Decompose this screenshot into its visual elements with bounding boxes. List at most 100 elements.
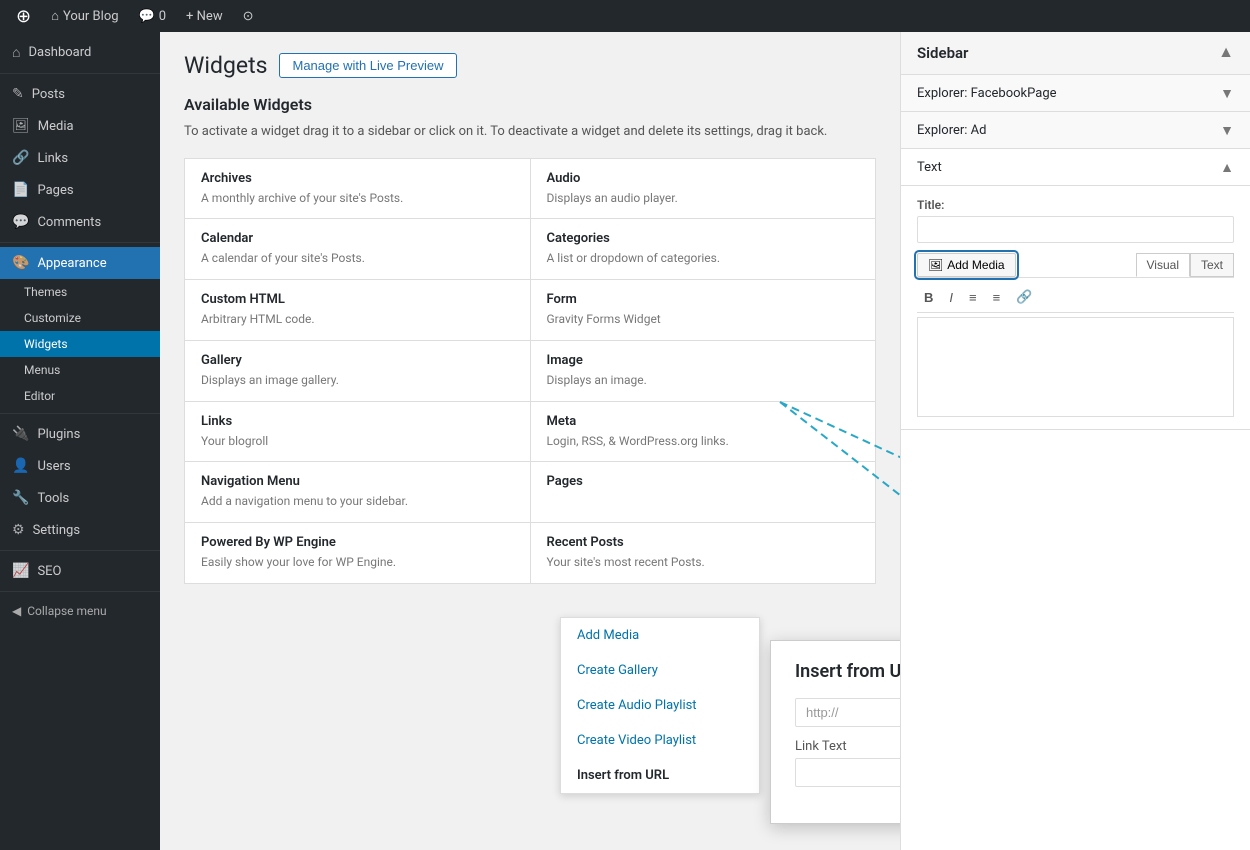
- text-widget-body: Title: 🖼 Add Media Visual Text B I ≡: [901, 186, 1250, 429]
- widget-header-facebook-page[interactable]: Explorer: FacebookPage ▼: [901, 75, 1250, 111]
- users-icon: 👤: [12, 458, 29, 474]
- link-text-input[interactable]: [795, 758, 900, 787]
- sidebar-item-customize[interactable]: Customize: [0, 305, 160, 331]
- link-button[interactable]: 🔗: [1009, 286, 1039, 308]
- text-tab[interactable]: Text: [1190, 253, 1234, 277]
- sidebar-item-comments[interactable]: 💬 Comments: [0, 206, 160, 238]
- widget-card-powered-by-wp[interactable]: Powered By WP Engine Easily show your lo…: [185, 523, 530, 583]
- sidebar-panel-collapse-button[interactable]: ▲: [1218, 44, 1234, 62]
- widget-card-categories[interactable]: Categories A list or dropdown of categor…: [531, 219, 876, 279]
- sidebar-item-plugins[interactable]: 🔌 Plugins: [0, 418, 160, 450]
- widget-name: Meta: [547, 414, 860, 429]
- wp-logo-button[interactable]: ⊕: [8, 0, 39, 32]
- new-content-button[interactable]: + New: [178, 0, 231, 32]
- sidebar-item-settings[interactable]: ⚙ Settings: [0, 514, 160, 546]
- widget-desc: Displays an audio player.: [547, 190, 860, 207]
- sidebar-item-label: Menus: [24, 363, 60, 377]
- sidebar-item-label: Comments: [37, 215, 101, 230]
- sidebar-item-users[interactable]: 👤 Users: [0, 450, 160, 482]
- widget-card-custom-html[interactable]: Custom HTML Arbitrary HTML code.: [185, 280, 530, 340]
- title-field-input[interactable]: [917, 216, 1234, 243]
- sidebar-item-tools[interactable]: 🔧 Tools: [0, 482, 160, 514]
- widget-toggle-explorer-ad[interactable]: ▼: [1220, 122, 1234, 138]
- italic-button[interactable]: I: [942, 287, 960, 308]
- widget-title-explorer-ad: Explorer: Ad: [917, 123, 986, 138]
- sidebar-panel: Sidebar ▲ Explorer: FacebookPage ▼ Explo…: [900, 32, 1250, 850]
- sidebar-item-links[interactable]: 🔗 Links: [0, 142, 160, 174]
- widget-title-text: Text: [917, 160, 942, 175]
- widget-card-gallery[interactable]: Gallery Displays an image gallery.: [185, 341, 530, 401]
- sidebar-item-menus[interactable]: Menus: [0, 357, 160, 383]
- dropdown-create-gallery[interactable]: Create Gallery: [561, 653, 759, 688]
- live-preview-button[interactable]: Manage with Live Preview: [279, 53, 456, 78]
- dropdown-create-audio-playlist[interactable]: Create Audio Playlist: [561, 688, 759, 723]
- sidebar-item-label: Settings: [33, 523, 80, 538]
- widget-name: Gallery: [201, 353, 514, 368]
- widget-desc: Gravity Forms Widget: [547, 311, 860, 328]
- widget-desc: A monthly archive of your site's Posts.: [201, 190, 514, 207]
- widget-card-meta[interactable]: Meta Login, RSS, & WordPress.org links.: [531, 402, 876, 462]
- ordered-list-button[interactable]: ≡: [986, 287, 1008, 308]
- sidebar-item-label: Posts: [32, 87, 65, 102]
- sidebar-item-appearance[interactable]: 🎨 Appearance: [0, 247, 160, 279]
- sidebar-item-label: Media: [38, 119, 74, 134]
- unordered-list-button[interactable]: ≡: [962, 287, 984, 308]
- widget-card-calendar[interactable]: Calendar A calendar of your site's Posts…: [185, 219, 530, 279]
- sidebar-item-label: Appearance: [37, 256, 106, 271]
- widget-header-explorer-ad[interactable]: Explorer: Ad ▼: [901, 112, 1250, 148]
- editor-toolbar: 🖼 Add Media Visual Text: [917, 253, 1234, 278]
- new-content-label: + New: [186, 9, 223, 24]
- dropdown-create-video-playlist[interactable]: Create Video Playlist: [561, 723, 759, 758]
- widget-item-facebook-page: Explorer: FacebookPage ▼: [901, 75, 1250, 112]
- sidebar-item-widgets[interactable]: Widgets: [0, 331, 160, 357]
- add-media-button[interactable]: 🖼 Add Media: [917, 253, 1016, 277]
- widget-card-navigation-menu[interactable]: Navigation Menu Add a navigation menu to…: [185, 462, 530, 522]
- widget-toggle-facebook-page[interactable]: ▼: [1220, 85, 1234, 101]
- sidebar-item-seo[interactable]: 📈 SEO: [0, 555, 160, 587]
- sidebar-item-media[interactable]: 🖼 Media: [0, 110, 160, 142]
- seo-icon: 📈: [12, 563, 29, 579]
- plugins-icon: 🔌: [12, 426, 29, 442]
- add-media-label: Add Media: [947, 258, 1004, 272]
- media-icon: 🖼: [12, 118, 30, 134]
- widget-card-form[interactable]: Form Gravity Forms Widget: [531, 280, 876, 340]
- dropdown-add-media[interactable]: Add Media: [561, 618, 759, 653]
- sidebar-divider-4: [0, 550, 160, 551]
- customize-button[interactable]: ⊙: [235, 0, 262, 32]
- widget-name: Links: [201, 414, 514, 429]
- comments-button[interactable]: 💬 0: [131, 0, 175, 32]
- widget-desc: Your blogroll: [201, 433, 514, 450]
- settings-icon: ⚙: [12, 522, 25, 538]
- sidebar-item-themes[interactable]: Themes: [0, 279, 160, 305]
- editor-tabs: Visual Text: [1136, 253, 1234, 277]
- dropdown-insert-from-url[interactable]: Insert from URL: [561, 758, 759, 793]
- widget-card-archives[interactable]: Archives A monthly archive of your site'…: [185, 159, 530, 219]
- collapse-icon: ◀: [12, 604, 21, 618]
- widget-toggle-text[interactable]: ▲: [1220, 159, 1234, 175]
- widget-title-facebook-page: Explorer: FacebookPage: [917, 86, 1057, 101]
- visual-tab[interactable]: Visual: [1136, 253, 1190, 277]
- widget-card-audio[interactable]: Audio Displays an audio player.: [531, 159, 876, 219]
- sidebar-item-label: SEO: [37, 564, 61, 579]
- widget-desc: Your site's most recent Posts.: [547, 554, 860, 571]
- widget-card-recent-posts[interactable]: Recent Posts Your site's most recent Pos…: [531, 523, 876, 583]
- widget-card-links[interactable]: Links Your blogroll: [185, 402, 530, 462]
- widget-header-text[interactable]: Text ▲: [901, 149, 1250, 186]
- sidebar-item-dashboard[interactable]: ⌂ Dashboard: [0, 36, 160, 69]
- widget-name: Form: [547, 292, 860, 307]
- widget-card-pages[interactable]: Pages: [531, 462, 876, 522]
- widget-desc: A list or dropdown of categories.: [547, 250, 860, 267]
- collapse-menu-button[interactable]: ◀ Collapse menu: [0, 596, 160, 626]
- url-input[interactable]: [795, 698, 900, 727]
- widget-card-image[interactable]: Image Displays an image.: [531, 341, 876, 401]
- sidebar-item-pages[interactable]: 📄 Pages: [0, 174, 160, 206]
- widget-name: Categories: [547, 231, 860, 246]
- sidebar-item-label: Tools: [37, 491, 69, 506]
- sidebar-item-posts[interactable]: ✎ Posts: [0, 78, 160, 110]
- bold-button[interactable]: B: [917, 287, 940, 308]
- dashboard-icon: ⌂: [12, 44, 20, 61]
- sidebar-item-editor[interactable]: Editor: [0, 383, 160, 409]
- widget-item-text: Text ▲ Title: 🖼 Add Media Visual Text: [901, 149, 1250, 430]
- site-name-button[interactable]: ⌂ Your Blog: [43, 0, 126, 32]
- editor-area[interactable]: [917, 317, 1234, 417]
